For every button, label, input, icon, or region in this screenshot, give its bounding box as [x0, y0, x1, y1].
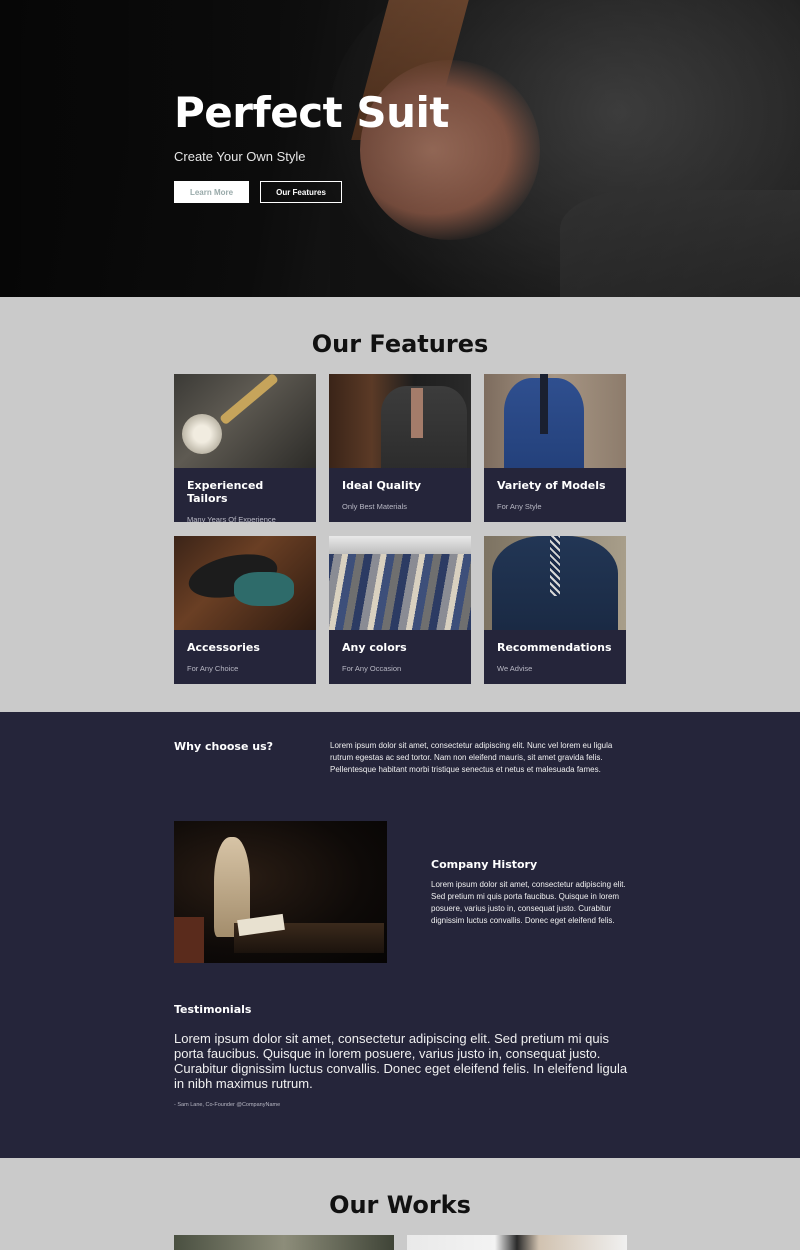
- feature-card-colors[interactable]: Any colors For Any Occasion: [329, 536, 471, 684]
- feature-card-subtitle: For Any Choice: [187, 664, 239, 673]
- why-choose-us-title: Why choose us?: [174, 740, 274, 753]
- learn-more-button[interactable]: Learn More: [174, 181, 249, 203]
- features-title: Our Features: [311, 330, 489, 358]
- hero-title: Perfect Suit: [174, 88, 449, 137]
- works-title: Our Works: [329, 1191, 471, 1219]
- works-section: Our Works: [0, 1158, 800, 1250]
- about-section: Why choose us? Lorem ipsum dolor sit ame…: [0, 712, 800, 1158]
- testimonial-quote: Lorem ipsum dolor sit amet, consectetur …: [174, 1031, 628, 1091]
- feature-card-recommendations[interactable]: Recommendations We Advise: [484, 536, 626, 684]
- feature-image-accessories: [174, 536, 316, 630]
- feature-card-title: Any colors: [342, 641, 407, 654]
- work-thumbnail[interactable]: [407, 1235, 627, 1250]
- feature-card-subtitle: For Any Style: [497, 502, 542, 511]
- feature-card-subtitle: Many Years Of Experience: [187, 515, 276, 524]
- hero-subtitle: Create Your Own Style: [174, 149, 306, 164]
- feature-card-accessories[interactable]: Accessories For Any Choice: [174, 536, 316, 684]
- feature-card-models[interactable]: Variety of Models For Any Style: [484, 374, 626, 522]
- company-history-title: Company History: [431, 858, 538, 871]
- feature-card-title: Recommendations: [497, 641, 612, 654]
- hero-buttons: Learn More Our Features: [174, 181, 449, 203]
- company-history-image: [174, 821, 387, 963]
- our-features-button[interactable]: Our Features: [260, 181, 342, 203]
- feature-image-models: [484, 374, 626, 468]
- why-choose-us-text: Lorem ipsum dolor sit amet, consectetur …: [330, 741, 613, 774]
- testimonial-author: - Sam Lane, Co-Founder @CompanyName: [174, 1102, 281, 1108]
- chair-shape: [174, 917, 204, 963]
- feature-card-title: Ideal Quality: [342, 479, 422, 492]
- feature-card-quality[interactable]: Ideal Quality Only Best Materials: [329, 374, 471, 522]
- feature-card-title: Variety of Models: [497, 479, 606, 492]
- hero-section: Perfect Suit Create Your Own Style Learn…: [0, 0, 800, 297]
- testimonials-title: Testimonials: [174, 1003, 252, 1016]
- feature-card-subtitle: Only Best Materials: [342, 502, 408, 511]
- feature-image-recommendations: [484, 536, 626, 630]
- features-section: Our Features Experienced Tailors Many Ye…: [0, 297, 800, 712]
- feature-card-subtitle: We Advise: [497, 664, 533, 673]
- feature-card-subtitle: For Any Occasion: [342, 664, 402, 673]
- feature-card-tailors[interactable]: Experienced Tailors Many Years Of Experi…: [174, 374, 316, 524]
- features-grid: Experienced Tailors Many Years Of Experi…: [174, 374, 626, 684]
- work-thumbnail[interactable]: [174, 1235, 394, 1250]
- feature-card-title: Accessories: [187, 641, 260, 654]
- company-history-text: Lorem ipsum dolor sit amet, consectetur …: [431, 880, 626, 925]
- hero-content: Perfect Suit Create Your Own Style Learn…: [174, 88, 449, 203]
- feature-card-title: Experienced Tailors: [187, 479, 264, 505]
- feature-image-tailors: [174, 374, 316, 468]
- feature-image-colors: [329, 536, 471, 630]
- feature-image-quality: [329, 374, 471, 468]
